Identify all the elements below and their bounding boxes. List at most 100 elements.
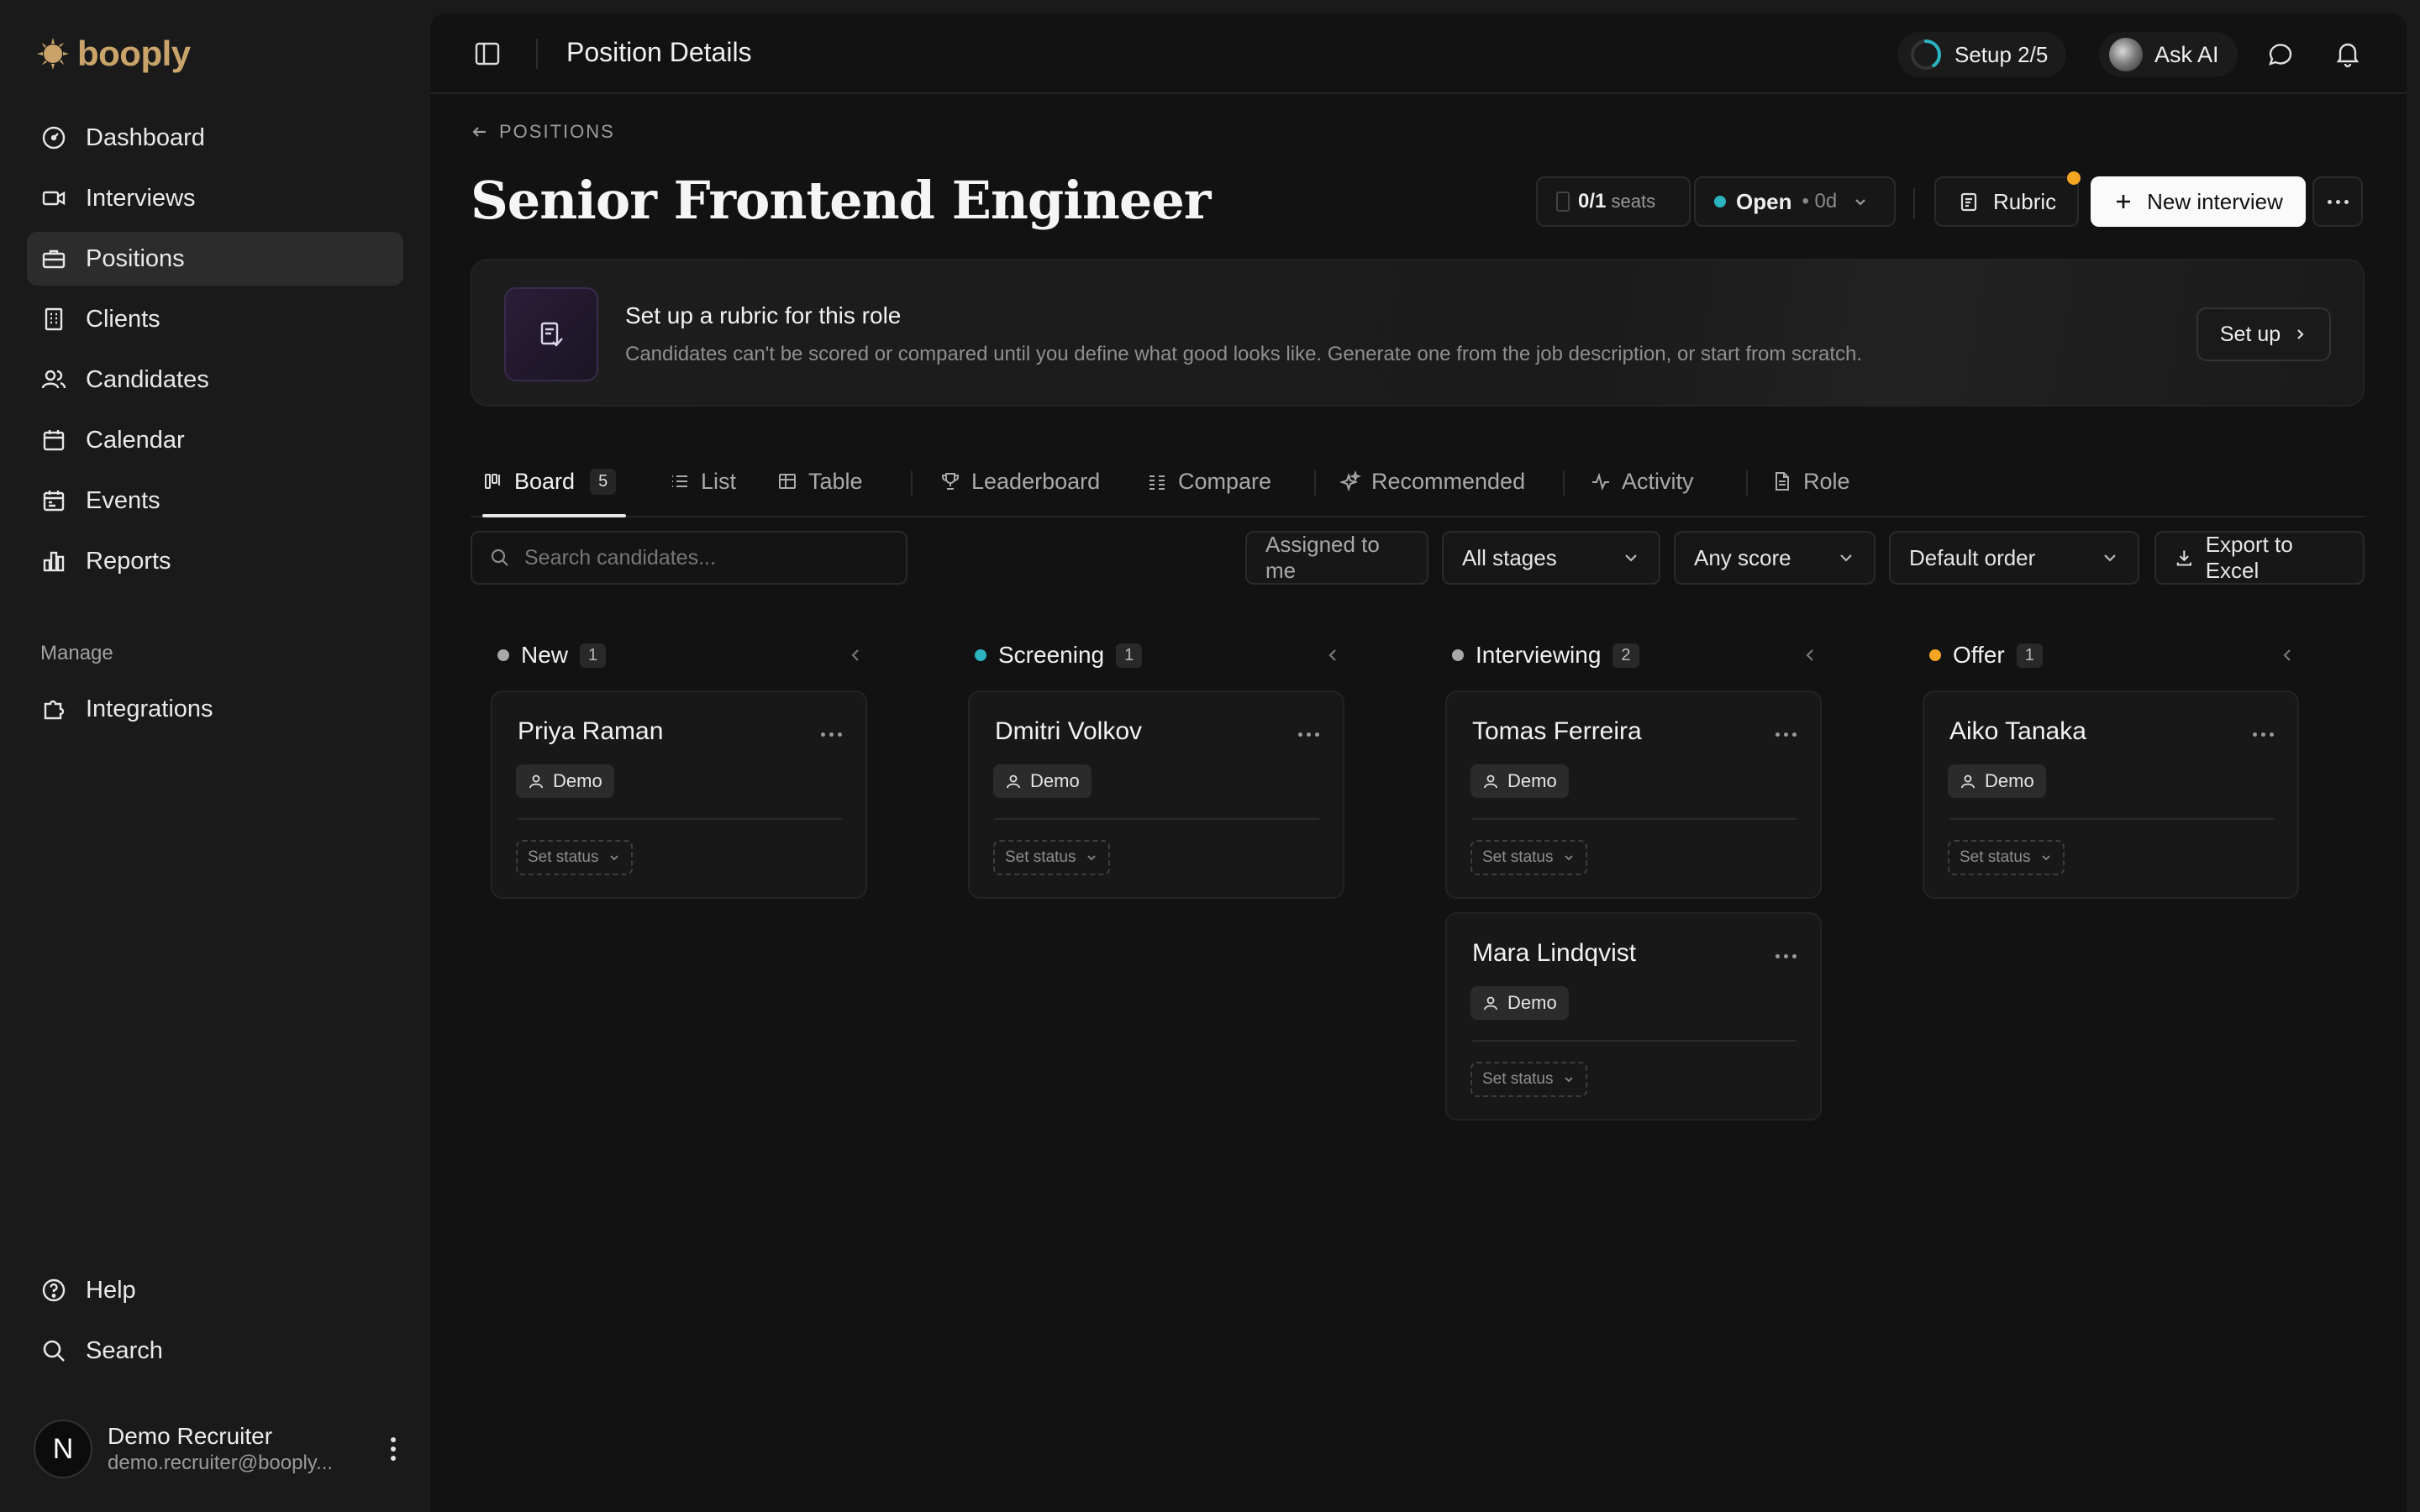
sidebar-item-label: Dashboard <box>86 123 205 151</box>
demo-badge: Demo <box>1948 764 2046 798</box>
sidebar-item-label: Events <box>86 486 160 514</box>
seats-value: 0/1 <box>1578 190 1607 213</box>
kanban-icon <box>485 474 500 489</box>
tab-compare[interactable]: Compare <box>1146 447 1271 516</box>
candidate-card[interactable]: Aiko Tanaka Demo Set status <box>1923 690 2299 899</box>
assigned-to-me-filter[interactable]: Assigned to me <box>1245 531 1428 585</box>
filter-label: Any score <box>1694 544 1791 570</box>
setup-progress-button[interactable]: Setup 2/5 <box>1897 32 2067 77</box>
search-input[interactable] <box>524 545 894 570</box>
video-icon <box>42 191 66 206</box>
tab-label: Activity <box>1622 468 1694 494</box>
tab-activity[interactable]: Activity <box>1590 447 1694 516</box>
sidebar-item-candidates[interactable]: Candidates <box>27 353 403 407</box>
candidate-card[interactable]: Tomas Ferreira Demo Set status <box>1445 690 1822 899</box>
chevron-left-icon[interactable] <box>1802 647 1818 664</box>
tab-label: Compare <box>1178 468 1272 494</box>
rubric-button[interactable]: Rubric <box>1934 176 2079 227</box>
chevron-down-icon <box>1855 199 1865 206</box>
set-status-dropdown[interactable]: Set status <box>993 840 1110 875</box>
candidate-card[interactable]: Mara Lindqvist Demo Set status <box>1445 912 1822 1121</box>
demo-badge: Demo <box>1470 764 1569 798</box>
sidebar-item-interviews[interactable]: Interviews <box>27 171 403 225</box>
set-up-rubric-button[interactable]: Set up <box>2196 307 2331 361</box>
user-menu-icon[interactable] <box>383 1437 403 1461</box>
set-status-dropdown[interactable]: Set status <box>1470 840 1587 875</box>
sidebar-item-integrations[interactable]: Integrations <box>27 682 403 736</box>
filter-label: Assigned to me <box>1265 532 1380 583</box>
header-divider <box>1913 188 1915 218</box>
card-more-icon[interactable] <box>1776 732 1797 737</box>
stage-dot-icon <box>497 649 509 661</box>
column-count: 1 <box>2016 643 2043 668</box>
main-nav: Dashboard Interviews Positions Clients C… <box>27 111 403 595</box>
tab-recommended[interactable]: Recommended <box>1339 447 1525 516</box>
tab-label: List <box>701 468 737 494</box>
tab-board[interactable]: Board 5 <box>482 447 627 517</box>
bar-chart-icon <box>43 551 65 572</box>
seats-indicator[interactable]: 0/1 seats <box>1536 176 1691 227</box>
sidebar-item-clients[interactable]: Clients <box>27 292 403 346</box>
sidebar-item-positions[interactable]: Positions <box>27 232 403 286</box>
card-divider <box>1949 818 2274 820</box>
user-icon <box>1007 774 1020 789</box>
kanban-column-interviewing: Interviewing 2 Tomas Ferreira Demo Set s… <box>1425 630 1842 1121</box>
status-dropdown[interactable]: Open • 0d <box>1694 176 1896 227</box>
briefcase-icon <box>42 249 66 269</box>
logo[interactable]: booply <box>35 34 191 74</box>
ask-ai-button[interactable]: Ask AI <box>2099 32 2238 77</box>
sidebar-item-label: Search <box>86 1336 163 1364</box>
tab-table[interactable]: Table <box>776 447 863 516</box>
order-filter[interactable]: Default order <box>1889 531 2139 585</box>
seats-text: 0/1 seats <box>1578 190 1655 213</box>
more-options-icon[interactable] <box>2312 176 2363 227</box>
chevron-down-icon <box>2041 855 2050 861</box>
view-tabs: Board 5 List Table Leaderboard Compare R… <box>471 447 2365 517</box>
user-info: Demo Recruiter demo.recruiter@booply... <box>108 1422 383 1476</box>
sidebar-item-dashboard[interactable]: Dashboard <box>27 111 403 165</box>
list-icon <box>672 475 687 487</box>
chat-bubble-icon[interactable] <box>2265 39 2296 69</box>
sidebar-item-events[interactable]: Events <box>27 474 403 528</box>
new-interview-button[interactable]: New interview <box>2091 176 2306 227</box>
tab-role[interactable]: Role <box>1771 447 1850 516</box>
set-status-dropdown[interactable]: Set status <box>1470 1062 1587 1097</box>
set-status-dropdown[interactable]: Set status <box>516 840 633 875</box>
candidate-search[interactable] <box>471 531 908 585</box>
sidebar-item-reports[interactable]: Reports <box>27 534 403 588</box>
chevron-left-icon[interactable] <box>847 647 864 664</box>
sidebar-item-help[interactable]: Help <box>27 1263 403 1317</box>
export-excel-button[interactable]: Export to Excel <box>2154 531 2365 585</box>
card-divider <box>1472 1040 1797 1042</box>
tab-list[interactable]: List <box>669 447 736 516</box>
card-more-icon[interactable] <box>821 732 842 737</box>
user-profile[interactable]: N Demo Recruiter demo.recruiter@booply..… <box>34 1418 403 1480</box>
status-label: Open <box>1736 188 1792 214</box>
chevron-left-icon[interactable] <box>2279 647 2296 664</box>
set-status-dropdown[interactable]: Set status <box>1948 840 2065 875</box>
badge-label: Demo <box>553 770 602 791</box>
arrow-left-icon <box>472 127 486 137</box>
clipboard-icon <box>1960 192 1977 212</box>
candidate-card[interactable]: Dmitri Volkov Demo Set status <box>968 690 1344 899</box>
chevron-left-icon[interactable] <box>1324 647 1341 664</box>
score-filter[interactable]: Any score <box>1674 531 1876 585</box>
tab-leaderboard[interactable]: Leaderboard <box>939 447 1100 516</box>
stage-filter[interactable]: All stages <box>1442 531 1660 585</box>
candidate-card[interactable]: Priya Raman Demo Set status <box>491 690 867 899</box>
sidebar-item-calendar[interactable]: Calendar <box>27 413 403 467</box>
back-to-positions-link[interactable]: POSITIONS <box>471 121 615 143</box>
card-more-icon[interactable] <box>1298 732 1319 737</box>
chevron-right-icon <box>2297 329 2304 339</box>
tab-divider <box>911 470 913 496</box>
sun-logo-icon <box>37 38 69 70</box>
sidebar-item-search[interactable]: Search <box>27 1324 403 1378</box>
card-more-icon[interactable] <box>2253 732 2274 737</box>
position-title: Senior Frontend Engineer <box>471 170 1211 231</box>
sidebar-toggle-icon[interactable] <box>472 39 502 69</box>
plus-icon <box>2117 195 2131 208</box>
calendar-event-icon <box>43 491 65 512</box>
bell-icon[interactable] <box>2333 39 2363 69</box>
card-divider <box>995 818 1319 820</box>
card-more-icon[interactable] <box>1776 954 1797 958</box>
